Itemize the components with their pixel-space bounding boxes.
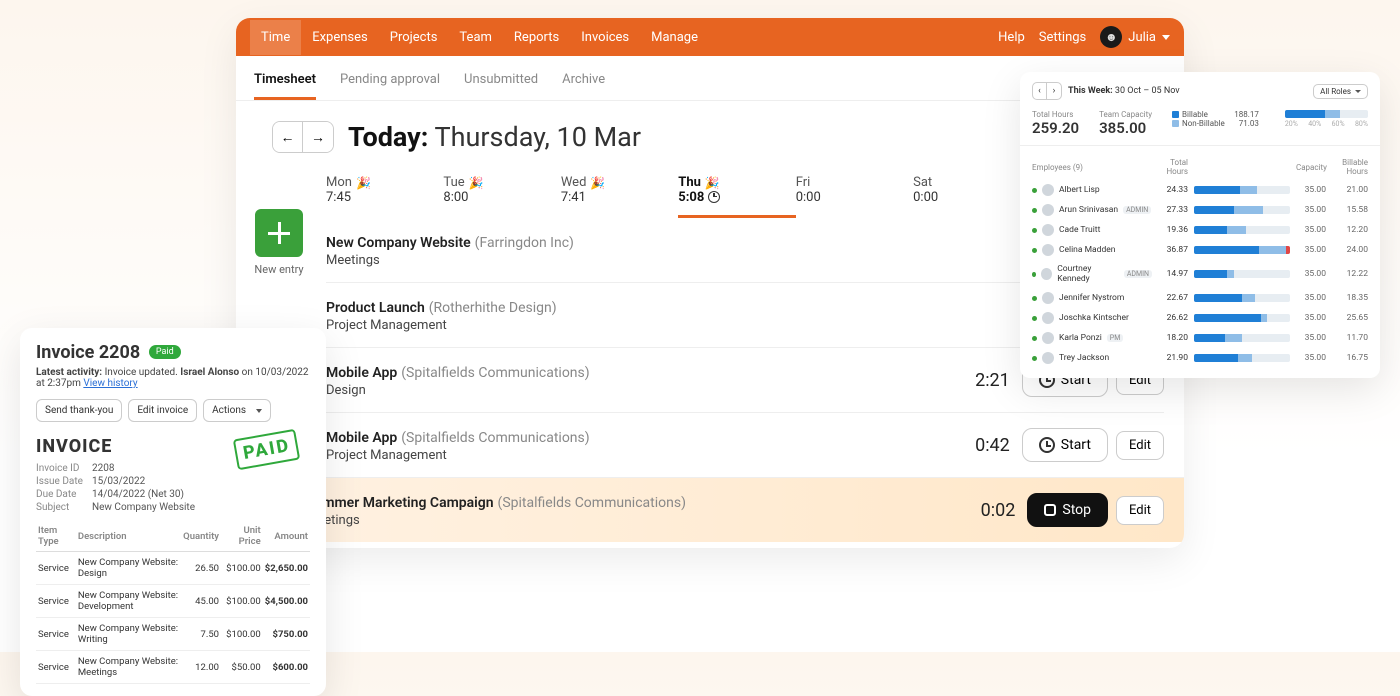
new-entry-label: New entry <box>246 263 312 276</box>
date-nav: ← → <box>272 121 334 153</box>
week-label: This Week: 30 Oct – 05 Nov <box>1068 86 1180 96</box>
employee-bar <box>1194 226 1290 234</box>
actions-menu-button[interactable]: Actions <box>203 399 271 422</box>
invoice-card: Invoice 2208 Paid Latest activity: Invoi… <box>20 328 326 696</box>
invoice-line: ServiceNew Company Website: Development4… <box>36 585 310 618</box>
avatar-icon <box>1042 292 1054 304</box>
day-thu[interactable]: Thu 🎉 5:08 <box>678 169 795 218</box>
edit-button[interactable]: Edit <box>1116 431 1164 460</box>
team-capacity: 385.00 <box>1099 119 1152 137</box>
nav-invoices[interactable]: Invoices <box>570 20 640 55</box>
avatar-icon <box>1042 312 1054 324</box>
employee-bar <box>1194 354 1290 362</box>
tab-timesheet[interactable]: Timesheet <box>254 66 316 100</box>
employee-bar <box>1194 294 1290 302</box>
tab-unsubmitted[interactable]: Unsubmitted <box>464 66 538 100</box>
role-filter[interactable]: All Roles <box>1313 84 1368 99</box>
time-entry[interactable]: Summer Marketing Campaign (Spitalfields … <box>306 477 1184 542</box>
day-sat[interactable]: Sat 0:00 <box>913 169 1030 218</box>
employee-row[interactable]: Albert Lisp 24.33 35.00 21.00 <box>1032 180 1368 200</box>
employee-row[interactable]: Cade Truitt 19.36 35.00 12.20 <box>1032 220 1368 240</box>
capacity-panel: ‹ › This Week: 30 Oct – 05 Nov All Roles… <box>1020 72 1380 378</box>
employee-bar <box>1194 270 1290 278</box>
total-hours: 259.20 <box>1032 119 1079 137</box>
clock-icon <box>708 191 720 203</box>
nav-time[interactable]: Time <box>250 20 301 55</box>
invoice-line: ServiceNew Company Website: Meetings12.0… <box>36 651 310 684</box>
tab-pending-approval[interactable]: Pending approval <box>340 66 440 100</box>
nav-expenses[interactable]: Expenses <box>301 20 379 55</box>
tab-archive[interactable]: Archive <box>562 66 605 100</box>
employee-row[interactable]: Celina Madden 36.87 35.00 24.00 <box>1032 240 1368 260</box>
help-link[interactable]: Help <box>998 30 1025 45</box>
employee-row[interactable]: Trey Jackson 21.90 35.00 16.75 <box>1032 348 1368 368</box>
top-nav: TimeExpensesProjectsTeamReportsInvoicesM… <box>236 18 1184 56</box>
invoice-line: ServiceNew Company Website: Design26.50$… <box>36 552 310 585</box>
edit-invoice-button[interactable]: Edit invoice <box>128 399 197 422</box>
stop-button[interactable]: Stop <box>1027 493 1108 527</box>
settings-link[interactable]: Settings <box>1039 30 1086 45</box>
employee-bar <box>1194 334 1290 342</box>
avatar-icon <box>1042 204 1054 216</box>
avatar-icon: ☻ <box>1100 26 1122 48</box>
employee-row[interactable]: Karla Ponzi PM 18.20 35.00 11.70 <box>1032 328 1368 348</box>
next-day-button[interactable]: → <box>303 122 333 152</box>
day-fri[interactable]: Fri 0:00 <box>796 169 913 218</box>
employee-row[interactable]: Courtney Kennedy ADMIN 14.97 35.00 12.22 <box>1032 260 1368 288</box>
week-nav: ‹ › <box>1032 82 1062 100</box>
chevron-down-icon <box>1162 35 1170 40</box>
avatar-icon <box>1042 332 1054 344</box>
day-wed[interactable]: Wed 🎉 7:41 <box>561 169 678 218</box>
employees-header[interactable]: Employees (9) <box>1032 163 1152 172</box>
status-badge: Paid <box>149 345 181 359</box>
user-menu[interactable]: ☻ Julia <box>1100 26 1170 48</box>
page-title: Today: Thursday, 10 Mar <box>348 121 641 153</box>
employee-bar <box>1194 314 1290 322</box>
invoice-line-table: Item TypeDescriptionQuantityUnit PriceAm… <box>36 521 310 684</box>
avatar-icon <box>1041 268 1052 280</box>
edit-button[interactable]: Edit <box>1116 496 1164 525</box>
entry-duration: 0:42 <box>975 435 1010 456</box>
avatar-icon <box>1042 244 1054 256</box>
next-week-button[interactable]: › <box>1047 83 1061 99</box>
nav-team[interactable]: Team <box>448 20 503 55</box>
time-entry[interactable]: Mobile App (Spitalfields Communications)… <box>326 412 1164 477</box>
employee-bar <box>1194 186 1290 194</box>
view-history-link[interactable]: View history <box>83 378 137 389</box>
user-name: Julia <box>1128 30 1156 45</box>
day-mon[interactable]: Mon 🎉 7:45 <box>326 169 443 218</box>
prev-day-button[interactable]: ← <box>273 122 303 152</box>
chevron-down-icon <box>256 409 262 413</box>
employee-row[interactable]: Joschka Kintscher 26.62 35.00 25.65 <box>1032 308 1368 328</box>
capacity-bar <box>1285 110 1368 118</box>
entry-duration: 2:21 <box>975 370 1010 391</box>
entry-duration: 0:02 <box>981 500 1016 521</box>
employee-row[interactable]: Jennifer Nystrom 22.67 35.00 18.35 <box>1032 288 1368 308</box>
employee-bar <box>1194 206 1290 214</box>
prev-week-button[interactable]: ‹ <box>1033 83 1047 99</box>
employee-row[interactable]: Arun Srinivasan ADMIN 27.33 35.00 15.58 <box>1032 200 1368 220</box>
invoice-line: ServiceNew Company Website: Writing7.50$… <box>36 618 310 651</box>
employee-bar <box>1194 246 1290 254</box>
day-tue[interactable]: Tue 🎉 8:00 <box>443 169 560 218</box>
invoice-activity: Latest activity: Invoice updated. Israel… <box>36 367 310 389</box>
nav-projects[interactable]: Projects <box>379 20 449 55</box>
send-thankyou-button[interactable]: Send thank-you <box>36 399 122 422</box>
invoice-title: Invoice 2208 <box>36 342 140 363</box>
clock-icon <box>1039 437 1055 453</box>
stop-icon <box>1044 504 1056 516</box>
nav-reports[interactable]: Reports <box>503 20 570 55</box>
start-button[interactable]: Start <box>1022 428 1108 462</box>
nav-manage[interactable]: Manage <box>640 20 709 55</box>
chevron-down-icon <box>1355 90 1361 93</box>
avatar-icon <box>1042 184 1054 196</box>
avatar-icon <box>1042 224 1054 236</box>
avatar-icon <box>1042 352 1054 364</box>
new-entry[interactable]: New entry <box>246 209 312 276</box>
plus-icon[interactable] <box>255 209 303 257</box>
